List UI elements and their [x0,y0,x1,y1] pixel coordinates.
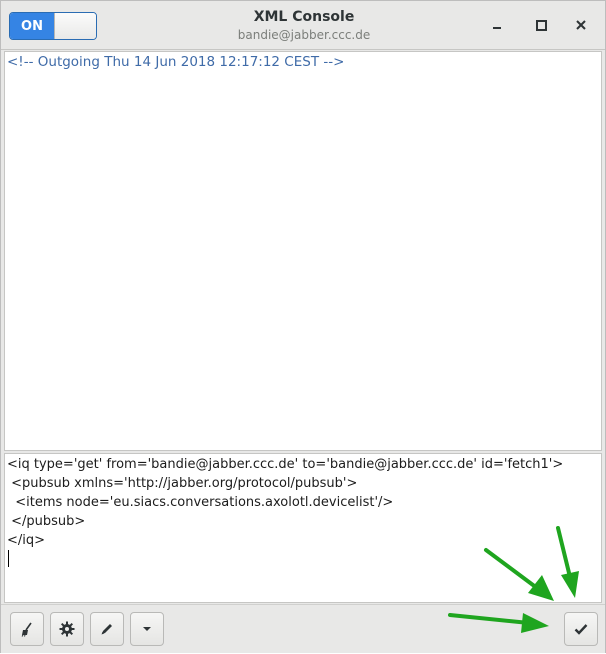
title-block: XML Console bandie@jabber.ccc.de [151,7,457,43]
bottom-toolbar [1,604,605,653]
broom-icon [21,622,32,637]
editor-line: <items node='eu.siacs.conversations.axol… [7,495,394,510]
editor-line: </pubsub> [7,514,86,529]
enable-toggle[interactable]: ON [9,12,97,40]
window-subtitle: bandie@jabber.ccc.de [237,28,371,42]
close-button[interactable] [571,15,591,35]
pencil-icon [101,624,112,635]
checkmark-icon [574,624,588,635]
maximize-button[interactable] [531,15,551,35]
clear-log-button[interactable] [10,612,44,646]
window-title: XML Console [253,9,355,25]
text-caret [8,550,9,567]
toggle-on-label: ON [10,13,54,39]
maximize-icon [535,19,547,31]
chevron-down-icon [143,627,151,631]
edit-button[interactable] [90,612,124,646]
presets-dropdown-button[interactable] [130,612,164,646]
close-icon [576,20,586,30]
toggle-knob[interactable] [54,13,96,39]
editor-line: <pubsub xmlns='http://jabber.org/protoco… [7,476,358,491]
editor-line: </iq> [7,533,46,548]
minimize-icon [493,27,501,29]
editor-line: <iq type='get' from='bandie@jabber.ccc.d… [7,457,564,472]
minimize-button[interactable] [487,15,507,35]
xml-log-view[interactable]: <!-- Outgoing Thu 14 Jun 2018 12:17:12 C… [4,51,602,451]
send-button[interactable] [564,612,598,646]
xml-console-window: ON XML Console bandie@jabber.ccc.de <!--… [0,0,606,653]
preferences-button[interactable] [50,612,84,646]
header-bar: ON XML Console bandie@jabber.ccc.de [1,1,605,50]
log-line: <!-- Outgoing Thu 14 Jun 2018 12:17:12 C… [7,54,345,70]
xml-input-editor[interactable]: <iq type='get' from='bandie@jabber.ccc.d… [4,453,602,603]
gear-icon [59,621,75,637]
